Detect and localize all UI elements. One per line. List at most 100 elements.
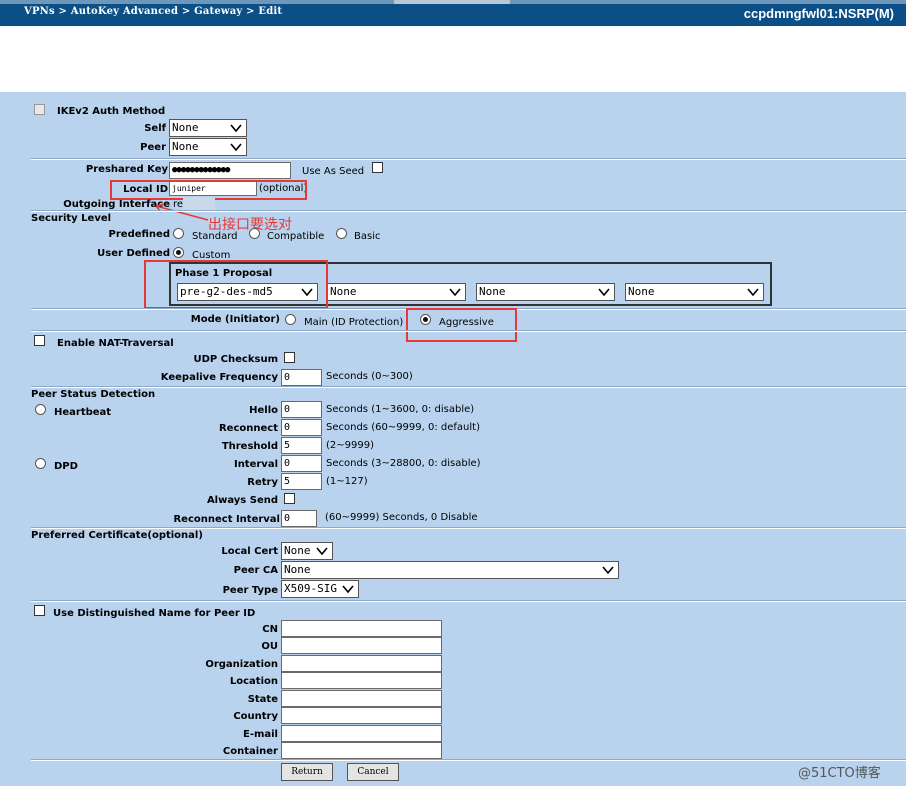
divider (31, 158, 906, 160)
dn-state-input[interactable] (281, 690, 442, 707)
dn-organization-input[interactable] (281, 655, 442, 672)
divider (31, 386, 906, 388)
dn-field-label: Location (229, 676, 278, 687)
reconnect-interval-label: Reconnect Interval (173, 514, 280, 525)
compatible-label: Compatible (267, 231, 325, 242)
main-mode-radio[interactable] (285, 314, 296, 325)
aggressive-highlight (406, 308, 517, 342)
reconnect-input[interactable]: 0 (281, 419, 322, 436)
chevron-down-icon (449, 288, 461, 297)
ikev2-checkbox[interactable] (34, 104, 45, 115)
compatible-radio[interactable] (249, 228, 260, 239)
breadcrumb[interactable]: VPNs > AutoKey Advanced > Gateway > Edit (24, 6, 282, 17)
interval-input[interactable]: 0 (281, 455, 322, 472)
proposal-value-3: None (479, 285, 506, 298)
hello-hint: Seconds (1~3600, 0: disable) (326, 404, 475, 415)
nat-traversal-checkbox[interactable] (34, 335, 45, 346)
always-send-checkbox[interactable] (284, 493, 295, 504)
reconnect-interval-input[interactable]: 0 (281, 510, 317, 527)
keepalive-label: Keepalive Frequency (160, 372, 278, 383)
title-bar: VPNs > AutoKey Advanced > Gateway > Edit… (0, 0, 906, 26)
use-dn-checkbox[interactable] (34, 605, 45, 616)
standard-label: Standard (192, 231, 238, 242)
peer-label: Peer (140, 142, 166, 153)
divider (31, 210, 906, 212)
psd-section-label: Peer Status Detection (31, 389, 156, 400)
chevron-down-icon (602, 566, 614, 575)
peer-ca-value: None (284, 563, 311, 576)
divider (31, 759, 906, 761)
self-select[interactable]: None (169, 119, 247, 137)
use-as-seed-label: Use As Seed (302, 166, 365, 177)
threshold-input[interactable]: 5 (281, 437, 322, 454)
keepalive-input[interactable]: 0 (281, 369, 322, 386)
chevron-down-icon (598, 288, 610, 297)
self-value: None (172, 121, 199, 134)
dn-field-label: State (247, 694, 278, 705)
threshold-label: Threshold (221, 441, 278, 452)
predefined-label: Predefined (108, 229, 170, 240)
nat-traversal-label: Enable NAT-Traversal (57, 338, 174, 349)
dn-email-input[interactable] (281, 725, 442, 742)
dn-cn-input[interactable] (281, 620, 442, 637)
reconnect-hint: Seconds (60~9999, 0: default) (326, 422, 480, 433)
proposal-highlight (144, 260, 328, 309)
udp-checksum-label: UDP Checksum (193, 354, 278, 365)
use-dn-label: Use Distinguished Name for Peer ID (53, 608, 256, 619)
keepalive-hint: Seconds (0~300) (326, 371, 413, 382)
dn-field-label: OU (261, 641, 278, 652)
watermark: @51CTO博客 (798, 766, 881, 781)
proposal-select-2[interactable]: None (327, 283, 466, 301)
proposal-select-3[interactable]: None (476, 283, 615, 301)
standard-radio[interactable] (173, 228, 184, 239)
divider (31, 527, 906, 529)
hello-label: Hello (249, 405, 278, 416)
local-cert-value: None (284, 544, 311, 557)
reconnect-interval-hint: (60~9999) Seconds, 0 Disable (325, 512, 478, 523)
dpd-radio[interactable] (35, 458, 46, 469)
interval-hint: Seconds (3~28800, 0: disable) (326, 458, 481, 469)
udp-checksum-checkbox[interactable] (284, 352, 295, 363)
local-cert-select[interactable]: None (281, 542, 333, 560)
always-send-label: Always Send (206, 495, 278, 506)
security-level-label: Security Level (31, 213, 112, 224)
user-defined-label: User Defined (97, 248, 170, 259)
preshared-key-input[interactable]: ●●●●●●●●●●●●● (169, 162, 291, 179)
proposal-value-4: None (628, 285, 655, 298)
hello-input[interactable]: 0 (281, 401, 322, 418)
peer-type-select[interactable]: X509-SIG (281, 580, 359, 598)
retry-input[interactable]: 5 (281, 473, 322, 490)
dn-ou-input[interactable] (281, 637, 442, 654)
blank-gap (0, 87, 906, 92)
top-strip-tab (394, 0, 510, 4)
dn-field-label: E-mail (242, 729, 278, 740)
cancel-button[interactable]: Cancel (347, 763, 399, 781)
interval-label: Interval (233, 459, 278, 470)
threshold-hint: (2~9999) (326, 440, 374, 451)
device-name: ccpdmngfwl01:NSRP(M) (743, 6, 894, 21)
cert-section-label: Preferred Certificate(optional) (31, 530, 203, 541)
dn-container-input[interactable] (281, 742, 442, 759)
heartbeat-radio[interactable] (35, 404, 46, 415)
proposal-select-4[interactable]: None (625, 283, 764, 301)
divider (31, 330, 906, 332)
peer-ca-label: Peer CA (233, 565, 278, 576)
peer-ca-select[interactable]: None (281, 561, 619, 579)
chevron-down-icon (747, 288, 759, 297)
dpd-label: DPD (54, 461, 78, 472)
chevron-down-icon (230, 124, 242, 133)
use-as-seed-checkbox[interactable] (372, 162, 383, 173)
dn-location-input[interactable] (281, 672, 442, 689)
peer-type-label: Peer Type (222, 585, 278, 596)
preshared-key-label: Preshared Key (85, 164, 168, 175)
main-mode-label: Main (ID Protection) (304, 317, 404, 328)
peer-select[interactable]: None (169, 138, 247, 156)
peer-value: None (172, 140, 199, 153)
dn-country-input[interactable] (281, 707, 442, 724)
return-button[interactable]: Return (281, 763, 333, 781)
custom-radio[interactable] (173, 247, 184, 258)
dn-field-label: CN (262, 624, 278, 635)
basic-radio[interactable] (336, 228, 347, 239)
retry-label: Retry (247, 477, 278, 488)
heartbeat-label: Heartbeat (54, 407, 112, 418)
